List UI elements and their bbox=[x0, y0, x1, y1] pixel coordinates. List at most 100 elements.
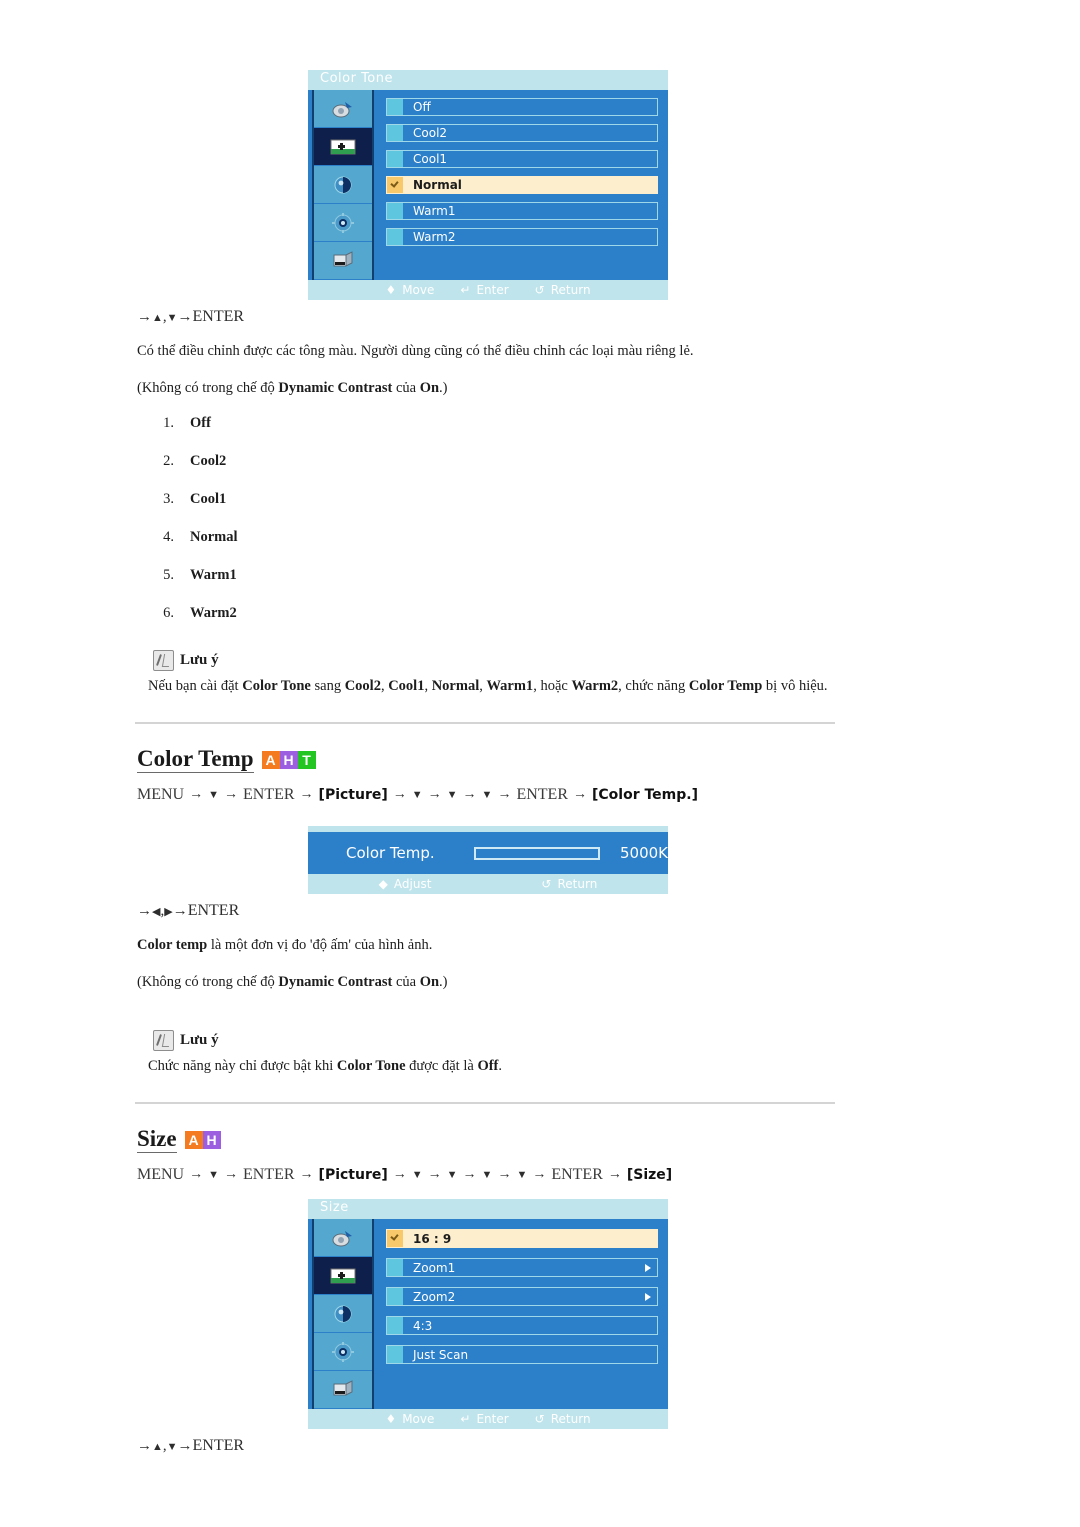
osd-option-row[interactable]: Cool1 bbox=[386, 150, 658, 168]
down-triangle-icon: ▼ bbox=[446, 1169, 458, 1181]
color-tone-option-list: 1. Off 2. Cool2 3. Cool1 4. Normal 5. Warm1 6. Warm… bbox=[148, 415, 238, 643]
color-temp-paragraph-2: (Không có trong chế độ Dynamic Contrast … bbox=[137, 974, 448, 991]
osd-option-row[interactable]: Just Scan bbox=[386, 1345, 658, 1364]
list-number: 2. bbox=[163, 453, 174, 469]
bold-term: Color Temp bbox=[688, 678, 763, 694]
list-number: 1. bbox=[163, 415, 174, 431]
footer-glyph-icon: ↵ bbox=[460, 283, 471, 297]
bullet-swatch bbox=[387, 229, 403, 245]
nav-line-color-temp: →◀,▶→ENTER bbox=[137, 902, 239, 920]
slider-label: Color Temp. bbox=[346, 844, 435, 862]
bullet-swatch bbox=[387, 1259, 403, 1276]
text: (Không có trong chế độ bbox=[137, 974, 279, 990]
osd-option-label: Zoom1 bbox=[413, 1260, 456, 1275]
multi-control-icon[interactable] bbox=[314, 1371, 372, 1409]
list-label: Normal bbox=[190, 529, 238, 545]
down-triangle-icon: ▼ bbox=[411, 789, 423, 801]
note-icon bbox=[153, 1030, 174, 1051]
model-badge-h: H bbox=[202, 1130, 221, 1149]
input-source-icon[interactable] bbox=[314, 90, 372, 128]
down-triangle-icon: ▼ bbox=[446, 789, 458, 801]
down-triangle-icon: ▼ bbox=[516, 1169, 528, 1181]
osd-sidebar bbox=[312, 1219, 374, 1409]
osd-option-row[interactable]: Zoom2 bbox=[386, 1287, 658, 1306]
arrow-icon: → bbox=[427, 787, 442, 802]
enter-label: ENTER bbox=[243, 1166, 295, 1183]
picture-icon[interactable] bbox=[314, 1257, 372, 1295]
menu-path-size: MENU → ▼ → ENTER → [Picture] → ▼ → ▼ → ▼ → ▼ → ENTER → [Si… bbox=[137, 1166, 672, 1184]
list-number: 5. bbox=[163, 567, 174, 583]
multi-control-icon[interactable] bbox=[314, 242, 372, 280]
osd-option-label: Warm1 bbox=[413, 204, 456, 218]
menu-key-label: MENU bbox=[137, 786, 185, 803]
list-item: 1. Off bbox=[148, 415, 238, 432]
note-header-2: Lưu ý bbox=[153, 1030, 219, 1051]
osd-option-label: Cool1 bbox=[413, 152, 448, 166]
down-triangle-icon: ▼ bbox=[481, 1169, 493, 1181]
bullet-swatch bbox=[387, 1317, 403, 1334]
osd-footer-item: ↺ Return bbox=[535, 283, 591, 297]
osd-option-row[interactable]: Zoom1 bbox=[386, 1258, 658, 1277]
bold-term: Normal bbox=[431, 678, 480, 694]
list-item: 4. Normal bbox=[148, 529, 238, 546]
slider-track[interactable] bbox=[473, 846, 600, 860]
picture-icon[interactable] bbox=[314, 128, 372, 166]
osd-footer-item: ↵ Enter bbox=[460, 1412, 508, 1426]
osd-option-row[interactable]: Off bbox=[386, 98, 658, 116]
down-triangle-icon: ▼ bbox=[166, 1441, 178, 1453]
osd-option-row[interactable]: Warm1 bbox=[386, 202, 658, 220]
osd-option-label: Zoom2 bbox=[413, 1289, 456, 1304]
osd-option-row[interactable]: Cool2 bbox=[386, 124, 658, 142]
text: , bbox=[424, 678, 432, 694]
bold-term: Dynamic Contrast bbox=[278, 974, 393, 990]
arrow-icon: → bbox=[224, 1167, 238, 1182]
model-badge-a: A bbox=[261, 750, 280, 769]
section-header-color-temp: Color Temp AHT bbox=[137, 746, 316, 774]
badge-group: AHT bbox=[261, 750, 316, 769]
osd-option-list: Off Cool2 Cool1 Normal Warm1 Warm2 bbox=[374, 90, 668, 280]
osd-footer-item: ↺ Return bbox=[541, 877, 597, 891]
up-triangle-icon: ▲ bbox=[152, 1441, 163, 1453]
sound-icon[interactable] bbox=[314, 1295, 372, 1333]
osd-color-tone: Color Tone Off Cool2 Cool1 Normal Warm1 Warm2… bbox=[308, 70, 668, 300]
badge-group: AH bbox=[184, 1130, 221, 1149]
right-triangle-icon: ▶ bbox=[164, 906, 173, 918]
enter-label: ENTER bbox=[243, 786, 295, 803]
setup-icon[interactable] bbox=[314, 1333, 372, 1371]
input-source-icon[interactable] bbox=[314, 1219, 372, 1257]
bold-term: Color Tone bbox=[242, 678, 311, 694]
section-divider-2 bbox=[135, 1102, 835, 1104]
model-badge-t: T bbox=[297, 750, 316, 769]
arrow-icon: → bbox=[462, 1167, 477, 1182]
bold-term: Cool2 bbox=[344, 678, 381, 694]
osd-footer: ♦ Move ↵ Enter ↺ Return bbox=[308, 1409, 668, 1429]
osd-option-row[interactable]: 4:3 bbox=[386, 1316, 658, 1335]
osd-footer-item: ♦ Move bbox=[385, 283, 434, 297]
osd-footer-label: Adjust bbox=[393, 877, 432, 891]
arrow-icon: → bbox=[172, 903, 188, 919]
model-badge-h: H bbox=[279, 750, 298, 769]
osd-footer-label: Move bbox=[402, 1412, 435, 1426]
sound-icon[interactable] bbox=[314, 166, 372, 204]
footer-glyph-icon: ↺ bbox=[534, 283, 545, 297]
arrow-icon: → bbox=[177, 1438, 193, 1454]
down-triangle-icon: ▼ bbox=[208, 789, 219, 801]
list-item: 5. Warm1 bbox=[148, 567, 238, 584]
osd-footer-label: Return bbox=[557, 877, 598, 891]
osd-option-row[interactable]: 16 : 9 bbox=[386, 1229, 658, 1248]
menu-token-picture: [Picture] bbox=[318, 787, 388, 803]
text: của bbox=[392, 380, 420, 396]
osd-option-row[interactable]: Normal bbox=[386, 176, 658, 194]
page-title: Color Temp bbox=[137, 746, 254, 774]
note-text-2: Chức năng này chỉ được bật khi Color Ton… bbox=[148, 1058, 502, 1075]
menu-key-label: MENU bbox=[137, 1166, 185, 1183]
color-temp-paragraph-1: Color temp là một đơn vị đo 'độ ấm' của … bbox=[137, 937, 432, 954]
osd-option-row[interactable]: Warm2 bbox=[386, 228, 658, 246]
osd-option-label: Off bbox=[413, 100, 431, 114]
osd-footer-item: ↺ Return bbox=[535, 1412, 591, 1426]
check-icon bbox=[387, 1230, 403, 1247]
check-icon bbox=[387, 177, 403, 193]
arrow-icon: → bbox=[189, 787, 204, 802]
list-label: Warm2 bbox=[190, 605, 237, 621]
setup-icon[interactable] bbox=[314, 204, 372, 242]
